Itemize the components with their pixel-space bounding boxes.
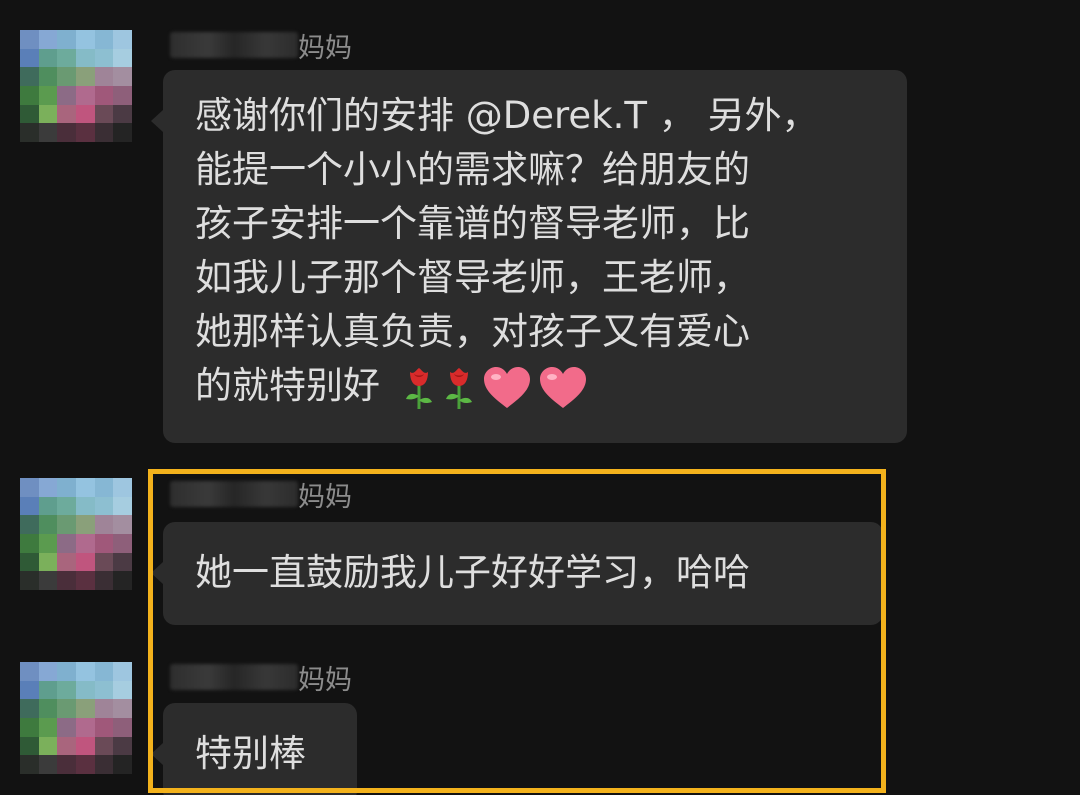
message-bubble[interactable]: 感谢你们的安排 @Derek.T ， 另外， 能提一个小小的需求嘛？给朋友的 孩…	[151, 70, 907, 443]
heart-emoji-icon	[483, 366, 530, 408]
avatar[interactable]	[20, 30, 132, 142]
sender-name: 妈妈	[170, 25, 352, 65]
message-line: 感谢你们的安排 @Derek.T ， 另外，	[195, 94, 819, 137]
blurred-name	[170, 32, 298, 58]
rose-emoji-icon	[405, 367, 432, 409]
sender-name-suffix: 妈妈	[298, 481, 352, 513]
message-bubble[interactable]: 特别棒	[151, 703, 357, 795]
rose-emoji-icon	[445, 367, 472, 409]
avatar[interactable]	[20, 478, 132, 590]
message-line: 能提一个小小的需求嘛？给朋友的	[195, 148, 750, 191]
sender-name-suffix: 妈妈	[298, 664, 352, 696]
sender-name: 妈妈	[170, 474, 352, 514]
message-line-text: 的就特别好	[195, 364, 380, 407]
blurred-name	[170, 664, 298, 690]
message-line-last: 的就特别好	[195, 359, 887, 413]
chat-screen: 妈妈 感谢你们的安排 @Derek.T ， 另外， 能提一个小小的需求嘛？给朋友…	[0, 0, 1080, 795]
blurred-name	[170, 481, 298, 507]
heart-emoji-icon	[539, 366, 586, 408]
message-line: 如我儿子那个督导老师，王老师，	[195, 256, 750, 299]
message-line: 孩子安排一个靠谱的督导老师，比	[195, 202, 750, 245]
avatar[interactable]	[20, 662, 132, 774]
sender-name-suffix: 妈妈	[298, 32, 352, 64]
message-line: 特别棒	[195, 732, 306, 775]
emoji-row	[402, 366, 588, 410]
message-line: 她那样认真负责，对孩子又有爱心	[195, 310, 750, 353]
message-bubble[interactable]: 她一直鼓励我儿子好好学习，哈哈	[151, 522, 883, 625]
message-line: 她一直鼓励我儿子好好学习，哈哈	[195, 551, 750, 594]
sender-name: 妈妈	[170, 657, 352, 697]
